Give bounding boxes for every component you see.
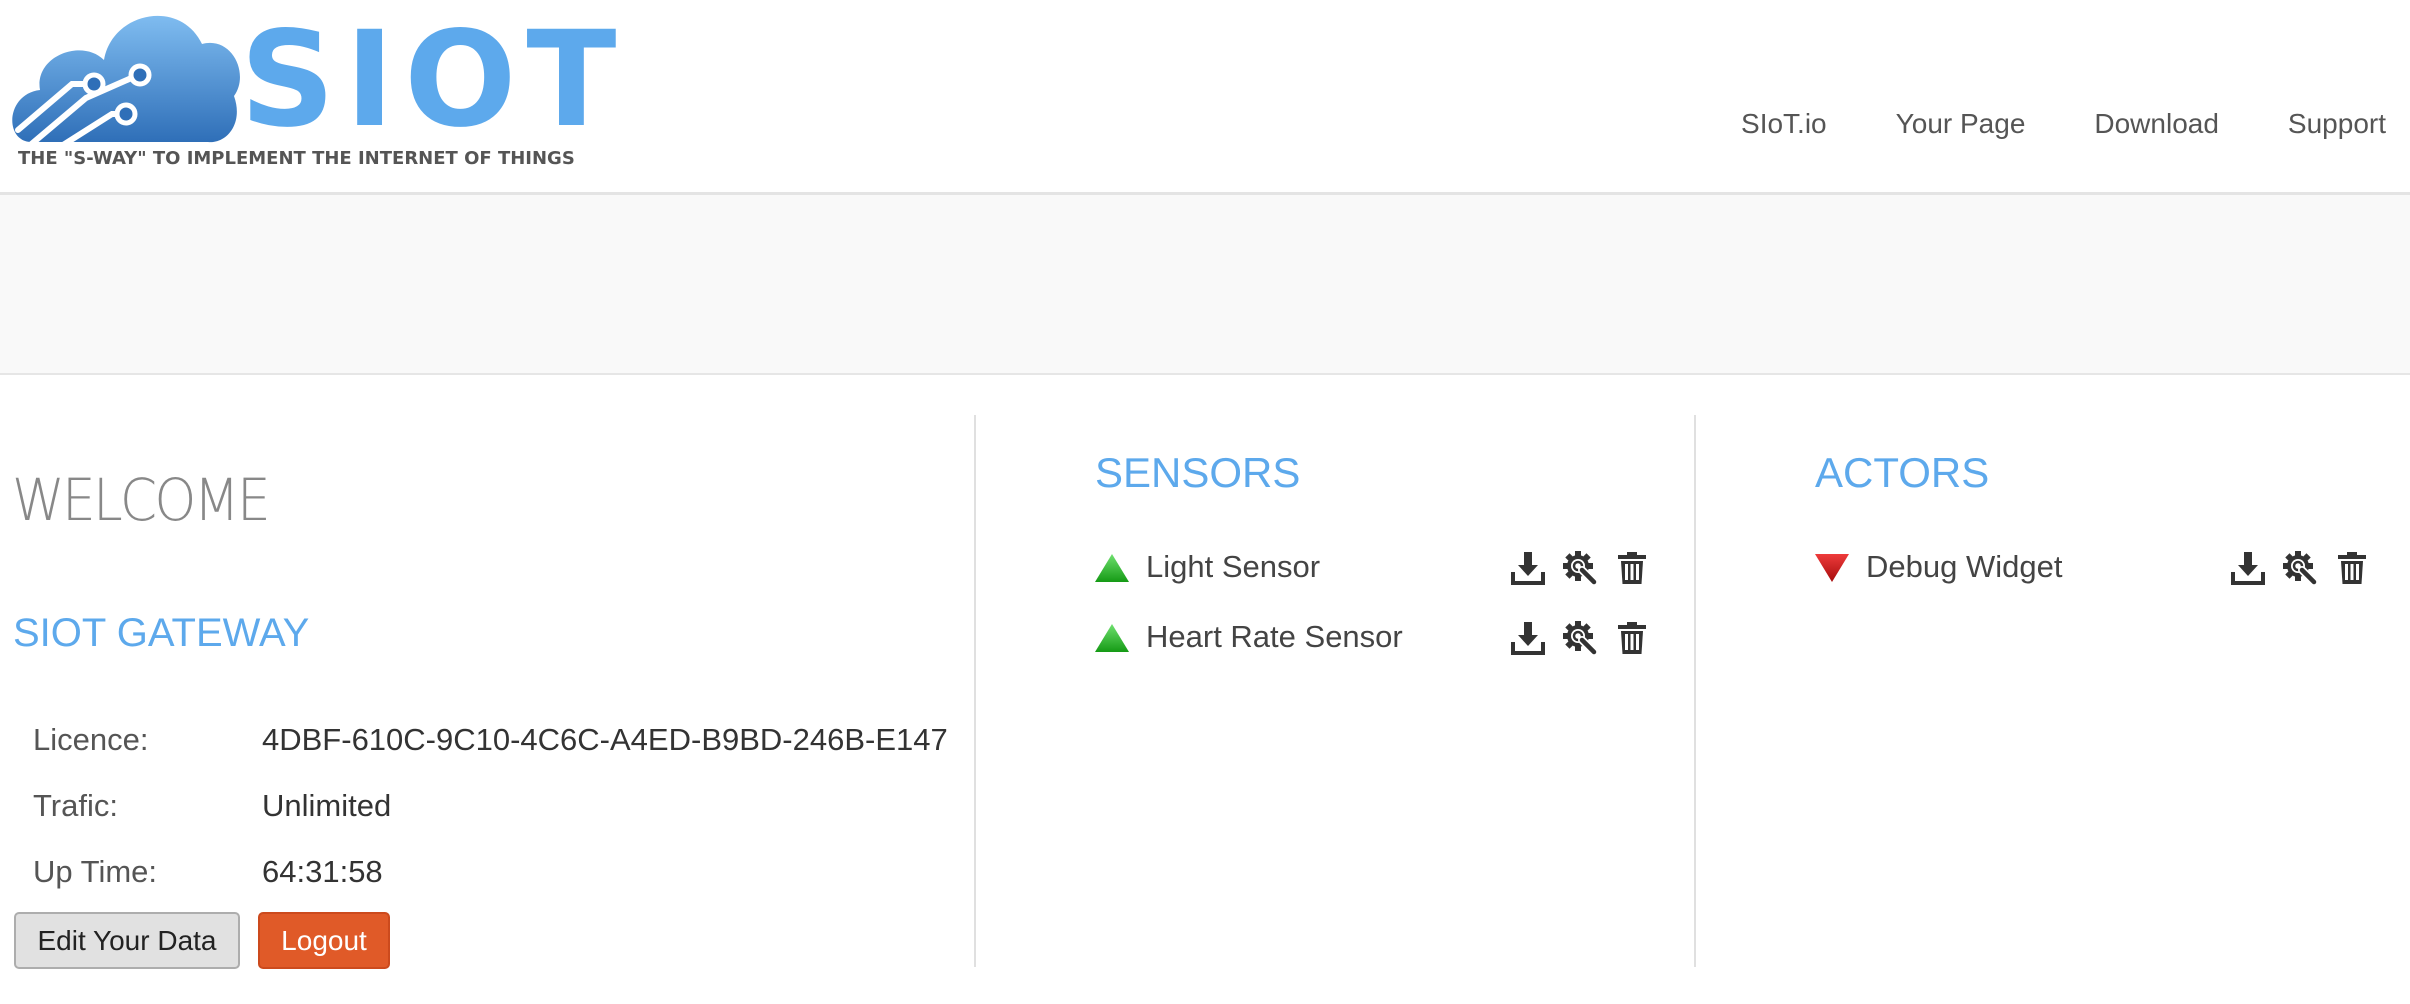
download-icon[interactable] [1510,620,1546,656]
sensor-actions [1510,550,1666,586]
licence-row: Licence: 4DBF-610C-9C10-4C6C-A4ED-B9BD-2… [33,707,948,773]
welcome-panel: WELCOME SIOT GATEWAY Licence: 4DBF-610C-… [0,415,974,975]
licence-label: Licence: [33,722,149,757]
main-nav: SIoT.io Your Page Download Support [1741,104,2386,144]
traffic-row: Trafic: Unlimited [33,773,948,839]
sensor-item: Heart Rate Sensor [1094,612,1694,662]
status-up-icon [1094,623,1130,653]
nav-link-your-page[interactable]: Your Page [1896,104,2026,144]
logo-wordmark: SIOT [240,3,627,157]
actor-label[interactable]: Debug Widget [1866,542,2062,592]
download-icon[interactable] [2230,550,2266,586]
uptime-label: Up Time: [33,854,158,889]
logo-tagline: THE "S-WAY" TO IMPLEMENT THE INTERNET OF… [18,148,575,169]
licence-value: 4DBF-610C-9C10-4C6C-A4ED-B9BD-246B-E147 [262,722,948,757]
sensor-actions [1510,620,1666,656]
uptime-row: Up Time: 64:31:58 [33,839,948,905]
gateway-info-table: Licence: 4DBF-610C-9C10-4C6C-A4ED-B9BD-2… [33,707,948,905]
sensors-title: SENSORS [1095,449,1301,496]
nav-link-support[interactable]: Support [2288,104,2386,144]
nav-link-download[interactable]: Download [2094,104,2219,144]
uptime-value: 64:31:58 [262,854,383,889]
logout-button[interactable]: Logout [258,912,390,969]
sensor-label[interactable]: Light Sensor [1146,542,1320,592]
cloud-circuit-icon [12,15,240,154]
trash-icon[interactable] [1614,550,1650,586]
settings-icon[interactable] [2282,550,2318,586]
settings-icon[interactable] [1562,550,1598,586]
sensor-item: Light Sensor [1094,542,1694,592]
settings-icon[interactable] [1562,620,1598,656]
welcome-heading: WELCOME [12,466,271,534]
trash-icon[interactable] [1614,620,1650,656]
traffic-label: Trafic: [33,788,118,823]
edit-data-button[interactable]: Edit Your Data [14,912,240,969]
nav-link-siot-io[interactable]: SIoT.io [1741,104,1827,144]
download-icon[interactable] [1510,550,1546,586]
status-up-icon [1094,553,1130,583]
actors-title: ACTORS [1815,449,1990,496]
status-down-icon [1814,553,1850,583]
actor-item: Debug Widget [1814,542,2410,592]
banner-area [0,195,2410,375]
sensor-label[interactable]: Heart Rate Sensor [1146,612,1403,662]
top-header: SIOT THE "S-WAY" TO IMPLEMENT THE INTERN… [0,0,2410,195]
traffic-value: Unlimited [262,788,392,823]
gateway-title: SIOT GATEWAY [13,611,310,655]
sensors-panel: SENSORS Light Sensor Heart Rate Sensor [976,415,1694,975]
actors-panel: ACTORS Debug Widget [1696,415,2410,975]
trash-icon[interactable] [2334,550,2370,586]
actor-actions [2230,550,2386,586]
siot-logo[interactable]: SIOT THE "S-WAY" TO IMPLEMENT THE INTERN… [12,4,616,174]
